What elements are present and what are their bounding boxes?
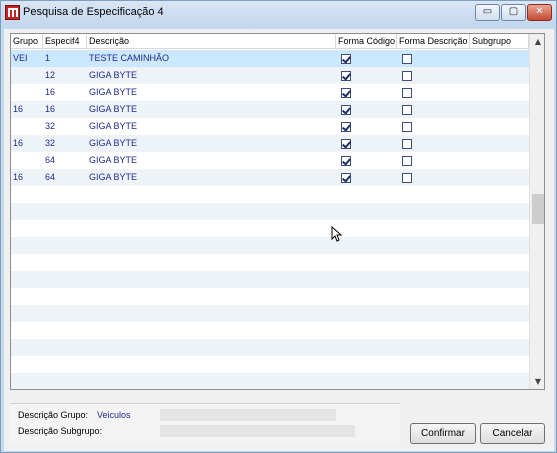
table-row[interactable]: 16 64 GIGA BYTE [11,169,529,186]
forma-descricao-checkbox[interactable] [402,122,412,132]
forma-descricao-checkbox[interactable] [402,71,412,81]
cell-grupo: 16 [13,104,24,114]
column-header-forma-codigo[interactable]: Forma Código [336,34,397,49]
dialog-window: Pesquisa de Especificação 4 ▭ ▢ ✕ Grupo … [0,0,557,453]
cell-descricao: GIGA BYTE [89,70,138,80]
grupo-description-field [160,409,336,421]
forma-descricao-checkbox[interactable] [402,54,412,64]
cell-subgrupo [470,67,529,84]
scroll-down-icon[interactable]: ▼ [530,374,544,389]
scroll-thumb[interactable] [532,194,544,224]
forma-codigo-checkbox[interactable] [341,156,351,166]
empty-table-row[interactable] [11,356,529,373]
table-row[interactable]: 32 GIGA BYTE [11,118,529,135]
forma-descricao-checkbox[interactable] [402,156,412,166]
cell-grupo: VEI [13,53,28,63]
cell-subgrupo [470,101,529,118]
forma-descricao-checkbox[interactable] [402,139,412,149]
empty-table-row[interactable] [11,254,529,271]
empty-table-row[interactable] [11,203,529,220]
table-row[interactable]: 16 16 GIGA BYTE [11,101,529,118]
column-header-especif4[interactable]: Especif4 [43,34,87,49]
cell-subgrupo [470,169,529,186]
cell-subgrupo [470,135,529,152]
cell-descricao: TESTE CAMINHÃO [89,53,170,63]
cell-descricao: GIGA BYTE [89,104,138,114]
cell-especif4: 1 [45,53,51,63]
forma-codigo-checkbox[interactable] [341,54,351,64]
forma-codigo-checkbox[interactable] [341,122,351,132]
cell-descricao: GIGA BYTE [89,155,138,165]
forma-descricao-checkbox[interactable] [402,88,412,98]
minimize-button[interactable]: ▭ [475,4,500,21]
empty-table-row[interactable] [11,186,529,203]
cancel-button[interactable]: Cancelar [480,423,545,444]
mouse-cursor-icon [331,226,343,242]
empty-table-row[interactable] [11,373,529,389]
cell-grupo: 16 [13,172,24,182]
close-button[interactable]: ✕ [527,4,552,21]
results-grid[interactable]: Grupo Especif4 Descrição Forma Código Fo… [10,33,545,390]
table-row[interactable]: 16 32 GIGA BYTE [11,135,529,152]
forma-codigo-checkbox[interactable] [341,139,351,149]
empty-table-row[interactable] [11,305,529,322]
subgrupo-description-field [160,425,355,437]
cell-grupo [11,118,43,135]
cell-grupo [11,67,43,84]
vertical-scrollbar[interactable]: ▲ ▼ [529,34,544,389]
cell-descricao: GIGA BYTE [89,172,138,182]
cell-subgrupo [470,152,529,169]
cell-especif4: 32 [45,138,56,148]
empty-table-row[interactable] [11,288,529,305]
cell-subgrupo [470,50,529,67]
table-row[interactable]: 64 GIGA BYTE [11,152,529,169]
forma-descricao-checkbox[interactable] [402,173,412,183]
empty-table-row[interactable] [11,220,529,237]
cell-especif4: 16 [45,87,56,97]
cell-especif4: 32 [45,121,56,131]
column-header-descricao[interactable]: Descrição [87,34,336,49]
empty-table-row[interactable] [11,322,529,339]
subgrupo-description-label: Descrição Subgrupo: [18,426,103,436]
confirm-button[interactable]: Confirmar [410,423,476,444]
cell-especif4: 16 [45,104,56,114]
cell-subgrupo [470,84,529,101]
cell-subgrupo [470,118,529,135]
grupo-description-label: Descrição Grupo: [18,410,89,420]
empty-table-row[interactable] [11,339,529,356]
restore-button[interactable]: ▢ [501,4,526,21]
forma-codigo-checkbox[interactable] [341,88,351,98]
forma-codigo-checkbox[interactable] [341,71,351,81]
forma-codigo-checkbox[interactable] [341,173,351,183]
table-row[interactable]: 12 GIGA BYTE [11,67,529,84]
cell-grupo [11,152,43,169]
table-row[interactable]: VEI 1 TESTE CAMINHÃO [11,50,529,67]
cell-especif4: 64 [45,172,56,182]
grupo-description-value: Veiculos [97,410,131,420]
column-header-grupo[interactable]: Grupo [11,34,43,49]
column-header-forma-descricao[interactable]: Forma Descrição [397,34,470,49]
cell-grupo: 16 [13,138,24,148]
grid-header: Grupo Especif4 Descrição Forma Código Fo… [11,34,529,49]
title-bar[interactable]: Pesquisa de Especificação 4 ▭ ▢ ✕ [1,1,556,27]
cell-descricao: GIGA BYTE [89,138,138,148]
forma-codigo-checkbox[interactable] [341,105,351,115]
dialog-client-area: Grupo Especif4 Descrição Forma Código Fo… [4,29,554,451]
empty-table-row[interactable] [11,271,529,288]
cell-especif4: 64 [45,155,56,165]
scroll-up-icon[interactable]: ▲ [530,34,544,49]
description-panel: Descrição Grupo: Veiculos Descrição Subg… [10,403,400,443]
column-header-subgrupo[interactable]: Subgrupo [470,34,529,49]
cell-descricao: GIGA BYTE [89,121,138,131]
cell-descricao: GIGA BYTE [89,87,138,97]
forma-descricao-checkbox[interactable] [402,105,412,115]
window-title: Pesquisa de Especificação 4 [23,6,164,18]
empty-table-row[interactable] [11,237,529,254]
cell-grupo [11,84,43,101]
app-logo-icon [5,5,20,20]
table-row[interactable]: 16 GIGA BYTE [11,84,529,101]
cell-especif4: 12 [45,70,56,80]
